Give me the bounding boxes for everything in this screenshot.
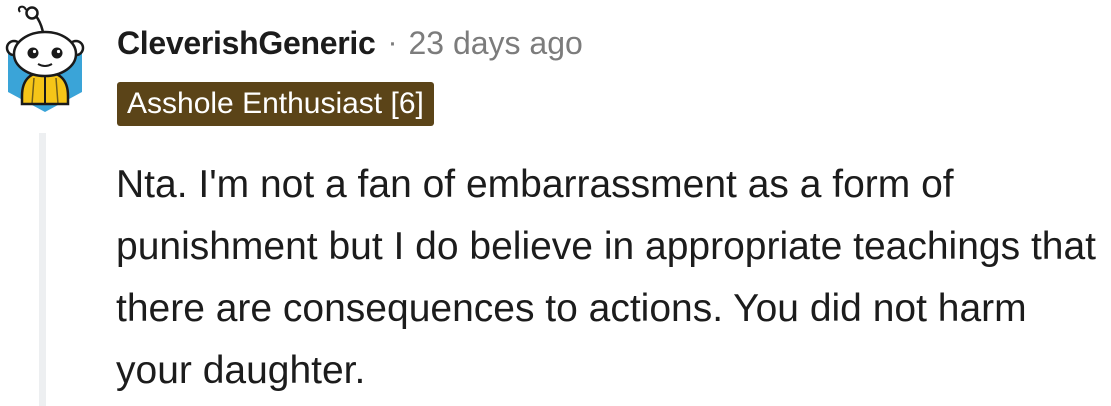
snoo-avatar-icon [5, 5, 85, 112]
comment-timestamp[interactable]: 23 days ago [408, 25, 582, 62]
meta-separator: · [387, 26, 398, 59]
comment-body: Nta. I'm not a fan of embarrassment as a… [116, 163, 1096, 392]
user-avatar[interactable] [2, 4, 88, 112]
author-username[interactable]: CleverishGeneric [117, 25, 376, 62]
user-flair: Asshole Enthusiast [6] [117, 82, 434, 126]
thread-collapse-line[interactable] [39, 133, 46, 406]
comment: CleverishGeneric · 23 days ago Asshole E… [0, 0, 1111, 406]
comment-meta: CleverishGeneric · 23 days ago [117, 20, 583, 66]
